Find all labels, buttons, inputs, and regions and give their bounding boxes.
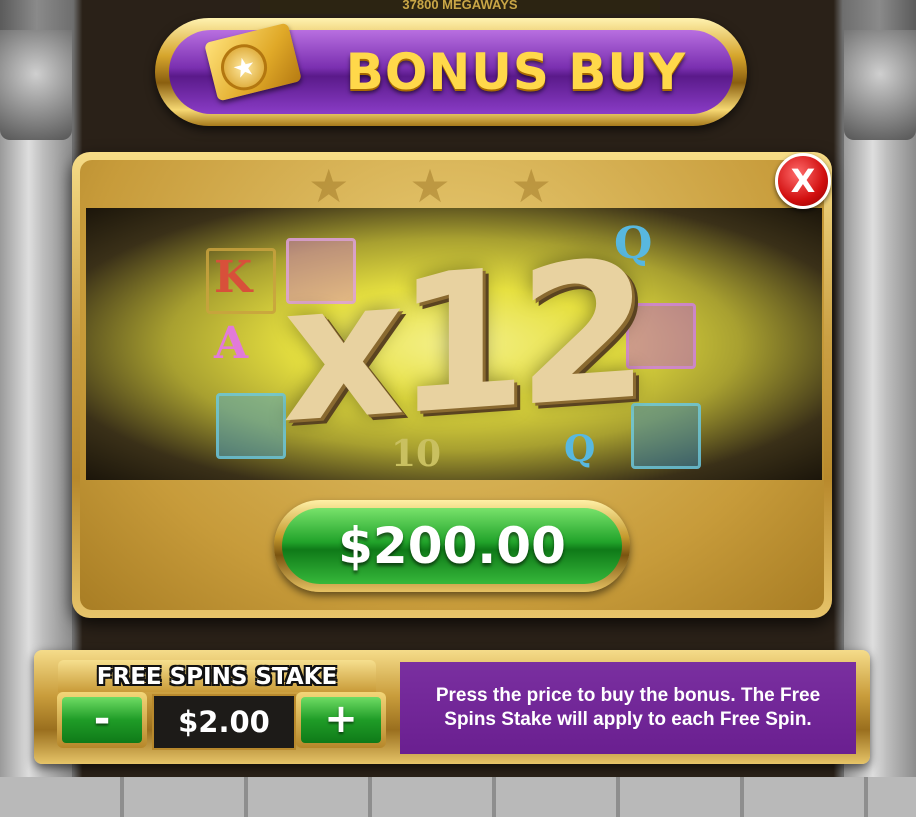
close-icon: X xyxy=(790,162,816,200)
reel-frame xyxy=(216,393,286,459)
reel-frame xyxy=(631,403,701,469)
game-logo-strip: 37800 MEGAWAYS xyxy=(260,0,660,14)
info-message-box: Press the price to buy the bonus. The Fr… xyxy=(400,662,856,754)
free-spins-stake-label: FREE SPINS STAKE xyxy=(58,660,376,692)
buy-price-button[interactable]: $200.00 xyxy=(274,500,630,592)
info-message-text: Press the price to buy the bonus. The Fr… xyxy=(435,685,821,730)
left-pillar-capital xyxy=(0,30,72,140)
right-pillar-capital xyxy=(844,30,916,140)
stake-value-display: $2.00 xyxy=(152,694,296,750)
decorative-stars: ★★★ xyxy=(308,160,612,212)
bonus-buy-title: BONUS BUY xyxy=(345,43,687,101)
minus-icon: - xyxy=(62,697,142,743)
star-coin-icon: ★ xyxy=(216,39,272,96)
free-spins-preview-image: K A Q Q 10 x12 xyxy=(86,208,822,480)
buy-price-label: $200.00 xyxy=(282,508,622,584)
stone-floor xyxy=(0,777,916,817)
symbol-a: A xyxy=(214,318,249,369)
symbol-k: K xyxy=(214,252,253,303)
decrease-stake-button[interactable]: - xyxy=(57,692,147,748)
plus-icon: + xyxy=(301,697,381,743)
close-button[interactable]: X xyxy=(775,153,831,209)
increase-stake-button[interactable]: + xyxy=(296,692,386,748)
multiplier-text: x12 xyxy=(282,219,640,466)
